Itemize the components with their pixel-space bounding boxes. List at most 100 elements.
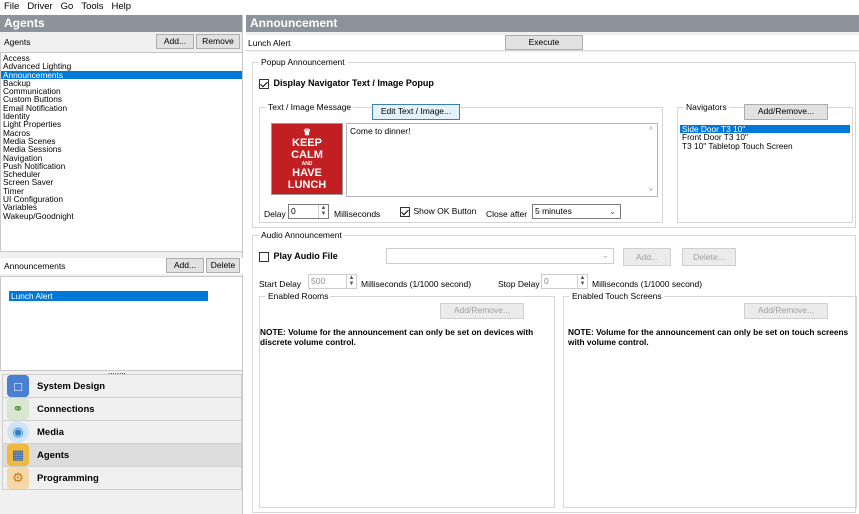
announcements-list[interactable]: Lunch Alert [0,276,243,371]
left-header: Agents [0,15,242,32]
play-audio-checkbox[interactable] [259,251,269,262]
stop-delay-input[interactable]: 0 ▲ ▼ [541,274,588,289]
execute-button[interactable]: Execute [505,35,583,50]
content-area: Popup Announcement Display Navigator Tex… [246,52,859,514]
play-audio-label: Play Audio File [273,251,338,261]
announcement-name: Lunch Alert [248,38,291,48]
navigators-list[interactable]: Side Door T3 10" Front Door T3 10" T3 10… [680,125,850,219]
audio-announcement-group: Audio Announcement Play Audio File ⌄ Add… [252,230,857,513]
delay-input[interactable]: 0 ▲ ▼ [288,204,329,219]
nav-agents[interactable]: ▦ Agents [2,443,242,467]
enabled-rooms-group: Enabled Rooms Add/Remove... NOTE: Volume… [259,291,555,508]
show-ok-option[interactable]: Show OK Button [400,206,476,217]
scroll-up-icon[interactable]: ˄ [649,126,653,133]
nav-media[interactable]: ◉ Media [2,420,242,444]
navigators-title: Navigators [684,102,729,112]
nav-connections[interactable]: ⚭ Connections [2,397,242,421]
crown-icon: ♛ [302,126,312,137]
nav-panel: □ System Design ⚭ Connections ◉ Media ▦ … [2,374,242,490]
audio-file-select[interactable]: ⌄ [386,248,614,264]
announcement-title-bar: Lunch Alert Execute [246,35,859,51]
menu-go[interactable]: Go [61,0,74,14]
audio-add-button[interactable]: Add... [623,248,671,266]
navigator-item[interactable]: T3 10" Tabletop Touch Screen [680,141,850,150]
nav-connections-label: Connections [37,403,95,415]
menu-file[interactable]: File [4,0,19,14]
agent-item[interactable]: Wakeup/Goodnight [1,211,242,220]
screens-add-remove-button[interactable]: Add/Remove... [744,303,828,319]
rooms-add-remove-button[interactable]: Add/Remove... [440,303,524,319]
display-popup-option[interactable]: Display Navigator Text / Image Popup [259,78,434,89]
stop-delay-value: 0 [544,276,549,286]
edit-text-image-button[interactable]: Edit Text / Image... [372,104,460,120]
system-design-icon: □ [7,375,29,397]
show-ok-checkbox[interactable] [400,206,410,217]
agents-add-button[interactable]: Add... [156,34,194,49]
menu-help[interactable]: Help [112,0,132,14]
menu-tools[interactable]: Tools [81,0,103,14]
text-image-group: Text / Image Message Edit Text / Image..… [259,102,663,223]
rooms-note: NOTE: Volume for the announcement can on… [260,327,534,347]
announcements-add-button[interactable]: Add... [166,258,204,273]
right-header: Announcement [246,15,859,32]
agent-item[interactable]: UI Configuration [1,195,242,204]
enabled-touch-screens-group: Enabled Touch Screens Add/Remove... NOTE… [563,291,857,508]
announcements-delete-button[interactable]: Delete [206,258,240,273]
programming-icon: ⚙ [7,467,29,489]
delay-value: 0 [291,206,296,216]
media-icon: ◉ [7,421,29,443]
right-panel: Announcement Lunch Alert Execute Popup A… [246,15,859,514]
stop-delay-ms-label: Milliseconds (1/1000 second) [592,279,703,289]
display-popup-label: Display Navigator Text / Image Popup [273,78,434,88]
agent-item[interactable]: Announcements [1,70,242,79]
navigators-group: Navigators Add/Remove... Side Door T3 10… [677,102,853,223]
scroll-down-icon[interactable]: ˅ [649,187,653,194]
start-delay-input[interactable]: 500 ▲ ▼ [308,274,357,289]
message-text: Come to dinner! [350,126,411,136]
menu-driver[interactable]: Driver [27,0,52,14]
announcements-toolbar: Announcements Add... Delete [0,258,243,274]
close-after-select[interactable]: 5 minutes ⌄ [532,204,621,219]
agents-list[interactable]: Access Advanced Lighting Announcements Back… [0,52,243,252]
enabled-touch-screens-title: Enabled Touch Screens [570,291,664,301]
announcement-item-lunch-alert[interactable]: Lunch Alert [9,291,208,301]
start-delay-spinner-icon[interactable]: ▲ ▼ [346,275,356,288]
delay-ms-label: Milliseconds [334,209,381,219]
chevron-down-icon: ⌄ [609,207,616,216]
delay-spinner-icon[interactable]: ▲ ▼ [318,205,328,218]
agent-item[interactable]: Light Properties [1,120,242,129]
nav-system-design[interactable]: □ System Design [2,374,242,398]
audio-announcement-title: Audio Announcement [259,230,344,240]
nav-programming[interactable]: ⚙ Programming [2,466,242,490]
agents-toolbar: Agents Add... Remove [0,34,243,50]
screens-note: NOTE: Volume for the announcement can on… [568,327,849,347]
left-panel: Agents Agents Add... Remove Access Advanc… [0,15,243,514]
navigators-add-remove-button[interactable]: Add/Remove... [744,104,828,120]
start-delay-label: Start Delay [259,279,302,289]
close-after-value: 5 minutes [535,206,572,216]
message-image: ♛ KEEP CALM AND HAVE LUNCH [271,123,343,195]
connections-icon: ⚭ [7,398,29,420]
stop-delay-spinner-icon[interactable]: ▲ ▼ [577,275,587,288]
delay-label: Delay [264,209,286,219]
close-after-label: Close after [486,209,528,219]
nav-media-label: Media [37,426,64,438]
announcements-label: Announcements [4,261,66,271]
agents-label: Agents [4,37,31,47]
image-line-calm: CALM [291,148,323,161]
nav-agents-label: Agents [37,449,70,461]
enabled-rooms-title: Enabled Rooms [266,291,331,301]
show-ok-label: Show OK Button [413,206,477,216]
start-delay-value: 500 [311,276,326,286]
display-popup-checkbox[interactable] [259,78,269,89]
image-line-keep: KEEP [292,136,322,149]
agent-item[interactable]: Email Notification [1,103,242,112]
popup-announcement-title: Popup Announcement [259,57,347,67]
audio-delete-button[interactable]: Delete... [682,248,736,266]
message-textarea[interactable]: Come to dinner! ˄ ˅ [346,123,658,197]
start-delay-ms-label: Milliseconds (1/1000 second) [361,279,472,289]
agents-remove-button[interactable]: Remove [196,34,240,49]
nav-system-design-label: System Design [37,380,106,392]
agent-item[interactable]: Screen Saver [1,178,242,187]
play-audio-option[interactable]: Play Audio File [259,251,338,262]
